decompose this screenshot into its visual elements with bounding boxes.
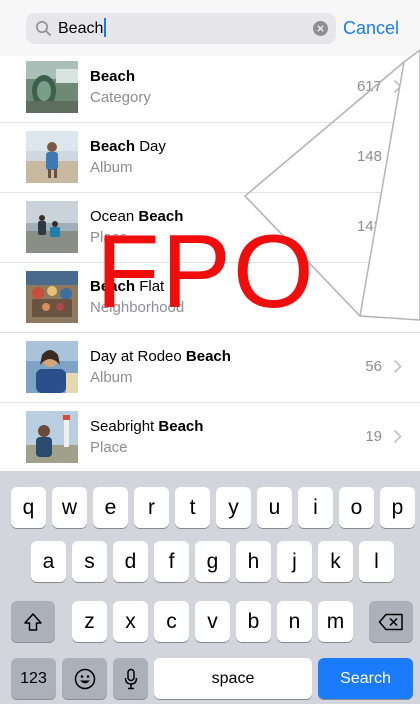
key-z[interactable]: z	[72, 601, 107, 642]
delete-key[interactable]	[369, 601, 413, 642]
key-v[interactable]: v	[195, 601, 230, 642]
key-w[interactable]: w	[52, 487, 87, 528]
key-o[interactable]: o	[339, 487, 374, 528]
cancel-button[interactable]: Cancel	[343, 13, 399, 44]
key-p[interactable]: p	[380, 487, 415, 528]
result-subtitle: Neighborhood	[90, 299, 185, 316]
key-r[interactable]: r	[134, 487, 169, 528]
result-count: 19	[365, 428, 382, 445]
text-caret	[104, 17, 107, 37]
result-row[interactable]: Seabright Beach Place 19	[0, 403, 420, 472]
result-count: 143	[356, 218, 382, 235]
emoji-key[interactable]	[62, 658, 107, 699]
dictation-key[interactable]	[113, 658, 148, 699]
search-input[interactable]: Beach	[58, 13, 107, 44]
search-icon	[36, 21, 51, 36]
key-t[interactable]: t	[175, 487, 210, 528]
result-subtitle: Place	[90, 439, 128, 456]
chevron-right-icon	[393, 79, 402, 94]
result-thumbnail	[26, 341, 78, 393]
result-thumbnail	[26, 61, 78, 113]
key-d[interactable]: d	[113, 541, 148, 582]
result-thumbnail	[26, 131, 78, 183]
result-row[interactable]: Beach Flat Neighborhood 72	[0, 263, 420, 333]
result-subtitle: Category	[90, 89, 151, 106]
key-u[interactable]: u	[257, 487, 292, 528]
chevron-right-icon	[393, 219, 402, 234]
result-title: Beach	[90, 68, 136, 85]
key-e[interactable]: e	[93, 487, 128, 528]
result-title: Seabright Beach	[90, 418, 204, 435]
result-count: 56	[365, 358, 382, 375]
result-title: Ocean Beach	[90, 208, 184, 225]
result-row[interactable]: Beach Day Album 148	[0, 123, 420, 193]
key-n[interactable]: n	[277, 601, 312, 642]
clear-icon[interactable]	[313, 21, 328, 36]
result-title: Beach Flat	[90, 278, 165, 295]
chevron-right-icon	[393, 149, 402, 164]
result-title: Day at Rodeo Beach	[90, 348, 231, 365]
key-s[interactable]: s	[72, 541, 107, 582]
key-q[interactable]: q	[11, 487, 46, 528]
search-key[interactable]: Search	[318, 658, 413, 699]
result-thumbnail	[26, 411, 78, 463]
shift-key[interactable]	[11, 601, 55, 642]
space-key[interactable]: space	[154, 658, 312, 699]
search-field[interactable]: Beach	[26, 13, 336, 44]
result-title: Beach Day	[90, 138, 166, 155]
key-m[interactable]: m	[318, 601, 353, 642]
key-h[interactable]: h	[236, 541, 271, 582]
numbers-key[interactable]: 123	[11, 658, 56, 699]
key-c[interactable]: c	[154, 601, 189, 642]
result-subtitle: Place	[90, 229, 128, 246]
emoji-icon	[74, 669, 95, 690]
key-x[interactable]: x	[113, 601, 148, 642]
chevron-right-icon	[393, 359, 402, 374]
chevron-right-icon	[393, 289, 402, 304]
result-count: 617	[356, 78, 382, 95]
result-thumbnail	[26, 271, 78, 323]
key-j[interactable]: j	[277, 541, 312, 582]
microphone-icon	[124, 669, 137, 690]
key-a[interactable]: a	[31, 541, 66, 582]
result-subtitle: Album	[90, 159, 133, 176]
key-k[interactable]: k	[318, 541, 353, 582]
shift-icon	[24, 613, 42, 632]
result-count: 148	[356, 148, 382, 165]
result-row[interactable]: Ocean Beach Place 143	[0, 193, 420, 263]
key-l[interactable]: l	[359, 541, 394, 582]
key-y[interactable]: y	[216, 487, 251, 528]
result-row[interactable]: Beach Category 617	[0, 53, 420, 123]
key-g[interactable]: g	[195, 541, 230, 582]
key-b[interactable]: b	[236, 601, 271, 642]
result-subtitle: Album	[90, 369, 133, 386]
key-i[interactable]: i	[298, 487, 333, 528]
chevron-right-icon	[393, 429, 402, 444]
key-f[interactable]: f	[154, 541, 189, 582]
search-header: Beach Cancel	[0, 0, 420, 56]
result-thumbnail	[26, 201, 78, 253]
result-row[interactable]: Day at Rodeo Beach Album 56	[0, 333, 420, 403]
keyboard: q w e r t y u i o p a s d f g h j k l z …	[0, 471, 420, 704]
result-count: 72	[365, 288, 382, 305]
search-results-list: Beach Category 617 Beach Day Album 148 O…	[0, 53, 420, 472]
backspace-icon	[378, 614, 403, 631]
